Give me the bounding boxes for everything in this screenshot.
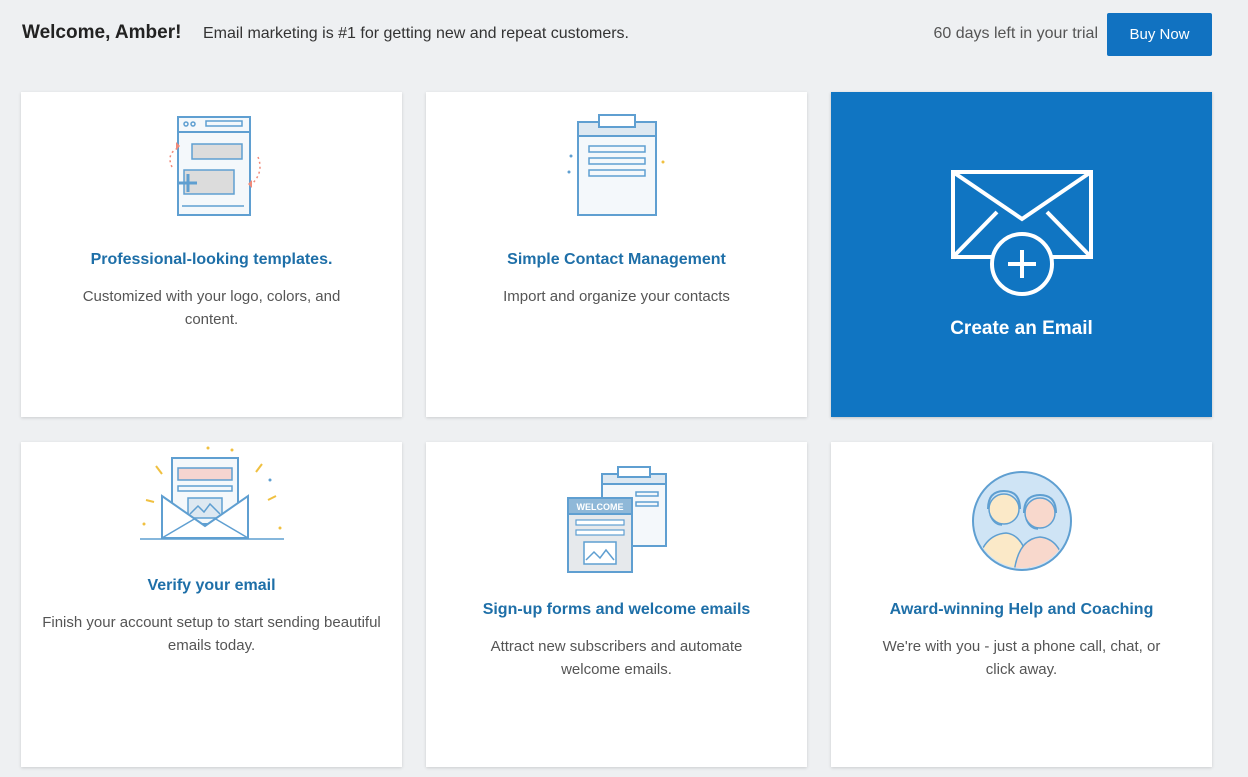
welcome-heading: Welcome, Amber! xyxy=(22,22,182,43)
card-verify-desc: Finish your account setup to start sendi… xyxy=(42,614,381,654)
card-help[interactable]: Award-winning Help and Coaching We're wi… xyxy=(831,442,1212,767)
card-templates-title: Professional-looking templates. xyxy=(90,251,333,268)
welcome-form-icon: WELCOME xyxy=(426,464,807,576)
card-templates[interactable]: Professional-looking templates. Customiz… xyxy=(21,92,402,417)
support-agents-icon xyxy=(831,469,1212,573)
card-help-title: Award-winning Help and Coaching xyxy=(889,601,1154,618)
envelope-plus-icon xyxy=(831,168,1212,296)
open-envelope-icon xyxy=(21,444,402,542)
create-email-button[interactable]: Create an Email xyxy=(831,92,1212,417)
card-contacts-desc: Import and organize your contacts xyxy=(503,288,730,305)
card-signup[interactable]: WELCOME Sign-up forms and welcome emails… xyxy=(426,442,807,767)
create-email-label: Create an Email xyxy=(950,318,1093,339)
card-help-desc: We're with you - just a phone call, chat… xyxy=(882,638,1161,678)
top-bar: Welcome, Amber! Email marketing is #1 fo… xyxy=(0,0,1248,68)
trial-status: 60 days left in your trial xyxy=(933,25,1098,42)
card-contacts-title: Simple Contact Management xyxy=(507,251,726,268)
card-verify-title: Verify your email xyxy=(147,577,276,594)
card-signup-title: Sign-up forms and welcome emails xyxy=(482,601,751,618)
card-templates-desc: Customized with your logo, colors, and c… xyxy=(82,288,341,328)
tagline: Email marketing is #1 for getting new an… xyxy=(203,25,629,42)
card-signup-desc: Attract new subscribers and automate wel… xyxy=(490,638,743,678)
card-contacts[interactable]: Simple Contact Management Import and org… xyxy=(426,92,807,417)
welcome-badge: WELCOME xyxy=(576,502,623,512)
template-editor-icon xyxy=(21,112,402,222)
card-verify[interactable]: Verify your email Finish your account se… xyxy=(21,442,402,767)
clipboard-list-icon xyxy=(426,112,807,222)
buy-now-button[interactable]: Buy Now xyxy=(1107,13,1212,56)
